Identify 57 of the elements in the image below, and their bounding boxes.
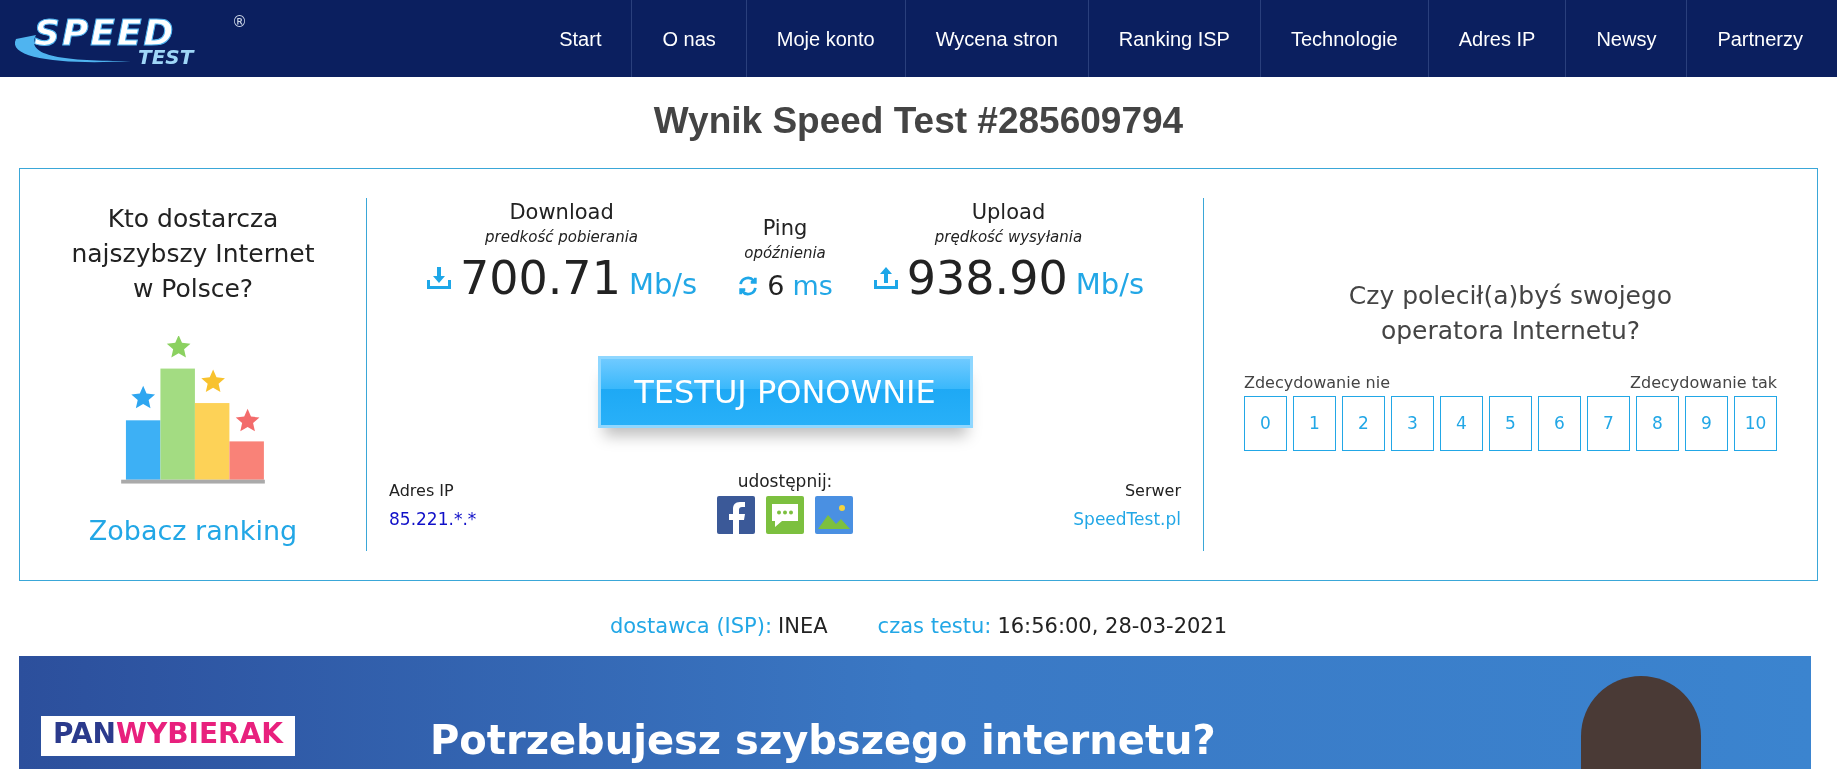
nav-link[interactable]: Wycena stron [904, 0, 1088, 77]
rating-option[interactable]: 0 [1244, 396, 1287, 451]
info-value: INEA [778, 613, 828, 639]
metric-value: 938.90 [906, 250, 1068, 306]
rating-option[interactable]: 5 [1489, 396, 1532, 451]
nav-link[interactable]: Adres IP [1427, 0, 1566, 77]
download-icon [425, 266, 452, 291]
rating-option[interactable]: 9 [1685, 396, 1728, 451]
scale-high-label: Zdecydowanie tak [1630, 372, 1777, 394]
site-logo[interactable]: SPEED TEST ® [6, 8, 246, 69]
facebook-icon[interactable] [717, 496, 755, 534]
metric-label: Ping [762, 215, 808, 242]
rating-option[interactable]: 4 [1440, 396, 1483, 451]
rating-option[interactable]: 2 [1342, 396, 1385, 451]
server-link[interactable]: SpeedTest.pl [1073, 504, 1181, 534]
page-title: Wynik Speed Test #285609794 [652, 102, 1185, 139]
chat-icon[interactable] [766, 496, 804, 534]
ranking-link[interactable]: Zobacz ranking [88, 510, 298, 551]
metric-sublabel: opóźnienia [744, 243, 826, 264]
rating-option[interactable]: 6 [1538, 396, 1581, 451]
info-label: dostawca (ISP): [609, 613, 773, 639]
nav-link[interactable]: Newsy [1565, 0, 1687, 77]
share-label: udostępnij: [737, 470, 833, 493]
survey-question: Czy polecił(a)byś swojego operatora Internetu? [1347, 280, 1674, 347]
metric-value: 700.71 [459, 250, 621, 306]
metric-unit: ms [792, 269, 833, 303]
server-label: Serwer [1124, 480, 1181, 502]
nav-link[interactable]: Technologie [1259, 0, 1428, 77]
rating-option[interactable]: 10 [1734, 396, 1777, 451]
metric-unit: Mb/s [628, 266, 698, 303]
promo-banner[interactable]: PANWYBIERAK Potrzebujesz szybszego internetu? [19, 656, 1811, 769]
rating-option[interactable]: 7 [1587, 396, 1630, 451]
ip-label: Adres IP [389, 480, 455, 502]
banner-logo: PANWYBIERAK [41, 716, 296, 756]
metric-label: Download [509, 199, 614, 226]
ip-address: 85.221.*.* [389, 508, 478, 531]
info-label: czas testu: [877, 613, 992, 639]
refresh-icon [737, 275, 760, 298]
nav-link[interactable]: Partnerzy [1686, 0, 1833, 77]
retest-button[interactable]: TESTUJ PONOWNIE [597, 356, 973, 428]
rating-option[interactable]: 3 [1391, 396, 1434, 451]
rating-option[interactable]: 8 [1636, 396, 1679, 451]
image-icon[interactable] [815, 496, 853, 534]
metric-value: 6 [767, 269, 785, 303]
metric-sublabel: prędkość wysyłania [934, 227, 1083, 248]
nav-link[interactable]: Start [529, 0, 632, 77]
nav-link[interactable]: Ranking ISP [1087, 0, 1260, 77]
metric-unit: Mb/s [1075, 266, 1145, 303]
nav-link[interactable]: Moje konto [745, 0, 905, 77]
scale-low-label: Zdecydowanie nie [1244, 372, 1390, 394]
nav-link[interactable]: O nas [631, 0, 746, 77]
rating-option[interactable]: 1 [1293, 396, 1336, 451]
upload-icon [872, 266, 899, 291]
metric-sublabel: predkość pobierania [485, 227, 639, 248]
metric-label: Upload [971, 199, 1046, 226]
ranking-question: Kto dostarcza najszybszy Internet w Polsce? [70, 203, 316, 305]
info-value: 16:56:00, 28-03-2021 [997, 613, 1228, 639]
